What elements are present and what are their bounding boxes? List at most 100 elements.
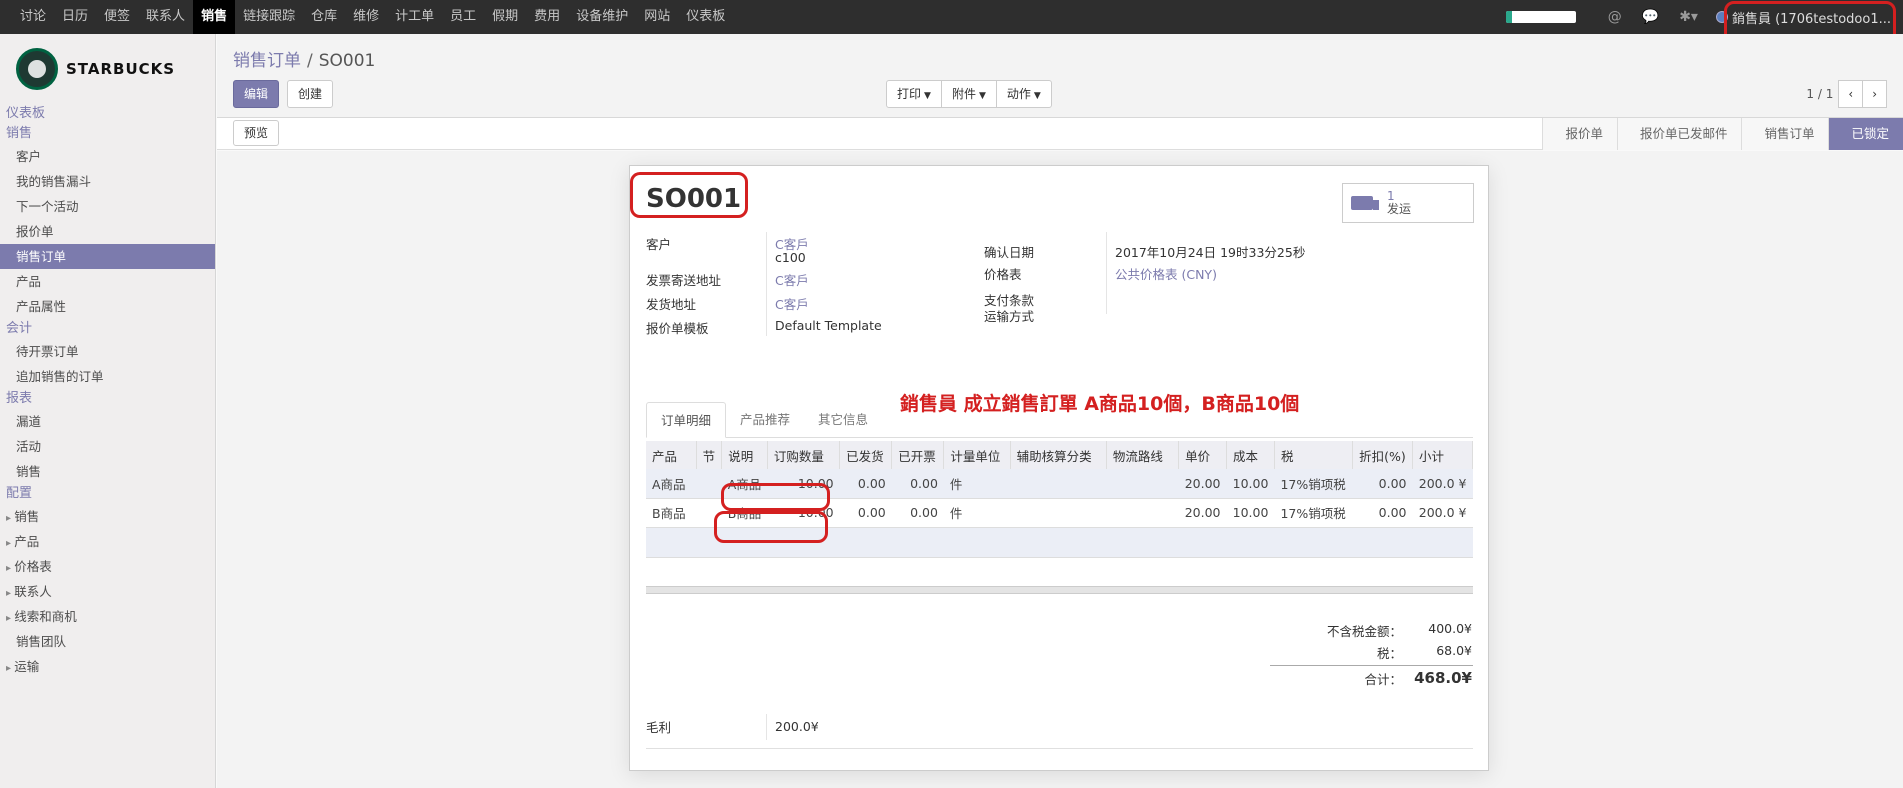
top-menu-item[interactable]: 销售: [193, 0, 236, 34]
sidebar-item[interactable]: 产品属性: [0, 294, 215, 319]
untaxed-label: 不含税金额：: [1326, 624, 1402, 639]
top-menu-item[interactable]: 仪表板: [678, 0, 733, 34]
column-header[interactable]: 物流路线: [1106, 441, 1180, 469]
column-header[interactable]: 折扣(%): [1352, 441, 1413, 469]
cell-subtotal: 200.0 ¥: [1412, 498, 1473, 528]
breadcrumb-parent[interactable]: 销售订单: [233, 51, 301, 71]
top-menu-item[interactable]: 日历: [54, 0, 96, 34]
cell-price: 20.00: [1178, 469, 1227, 499]
shipping-address-link[interactable]: C客戶: [775, 294, 809, 313]
sidebar-item[interactable]: 销售订单: [0, 244, 215, 269]
sidebar-item[interactable]: 我的销售漏斗: [0, 169, 215, 194]
cell-cost: 10.00: [1226, 498, 1275, 528]
top-menu-item[interactable]: 员工: [442, 0, 484, 34]
top-menu-item[interactable]: 设备维护: [568, 0, 636, 34]
pager-next-button[interactable]: ›: [1862, 80, 1887, 108]
column-header[interactable]: 税: [1274, 441, 1354, 469]
cell-invoiced: 0.00: [891, 498, 944, 528]
sidebar-item[interactable]: 联系人: [0, 579, 215, 604]
sidebar-section-title: 报表: [6, 391, 33, 406]
breadcrumb-separator: /: [307, 51, 313, 71]
bug-icon[interactable]: ✱▾: [1679, 9, 1698, 25]
sidebar-section-title[interactable]: 仪表板: [0, 104, 215, 124]
sidebar-item[interactable]: 运输: [0, 654, 215, 679]
cell-route: [1106, 498, 1179, 528]
top-menu-item[interactable]: 假期: [484, 0, 526, 34]
sidebar-item[interactable]: 追加销售的订单: [0, 364, 215, 389]
tax-label: 税：: [1376, 646, 1402, 661]
top-menu-item[interactable]: 费用: [526, 0, 568, 34]
notebook-tab[interactable]: 产品推荐: [726, 402, 804, 438]
cell-route: [1106, 469, 1179, 499]
invoice-address-link[interactable]: C客戶: [775, 270, 809, 289]
sidebar-item[interactable]: 产品: [0, 269, 215, 294]
notebook-tabs: 订单明细 产品推荐 其它信息: [646, 402, 1473, 438]
notebook-tab[interactable]: 其它信息: [804, 402, 882, 438]
tax-value: 68.0¥: [1436, 643, 1472, 658]
at-icon[interactable]: @: [1608, 9, 1622, 25]
cell-tax: 17%销项税: [1274, 498, 1353, 528]
top-menu-item[interactable]: 仓库: [303, 0, 345, 34]
pager-value[interactable]: 1 / 1: [1806, 87, 1833, 101]
pager-prev-button[interactable]: ‹: [1838, 80, 1864, 108]
top-menu-item[interactable]: 链接跟踪: [235, 0, 303, 34]
notebook-tab[interactable]: 订单明细: [646, 402, 727, 438]
breadcrumb: 销售订单 / SO001: [233, 46, 375, 71]
column-header[interactable]: 计量单位: [943, 441, 1011, 469]
create-button[interactable]: 创建: [287, 80, 334, 108]
delivery-smart-button[interactable]: 1 发运: [1342, 183, 1474, 223]
column-header[interactable]: 产品: [646, 441, 697, 469]
cell-uom: 件: [943, 498, 1011, 528]
column-header[interactable]: 已开票: [891, 441, 945, 469]
annotation-highlight-title: [630, 172, 748, 218]
delivery-text: 1 发运: [1387, 190, 1411, 216]
top-menu-item[interactable]: 计工单: [387, 0, 442, 34]
annotation-highlight-line-b: [714, 511, 828, 543]
top-menu-item[interactable]: 讨论: [12, 0, 54, 34]
shipping-address-label: 发货地址: [646, 297, 697, 312]
invoice-address-label: 发票寄送地址: [646, 273, 722, 288]
top-menu-item[interactable]: 联系人: [138, 0, 193, 34]
column-header[interactable]: 成本: [1226, 441, 1275, 469]
cell-cost: 10.00: [1226, 469, 1275, 499]
sidebar-item[interactable]: 产品: [0, 529, 215, 554]
sidebar-item[interactable]: 活动: [0, 434, 215, 459]
top-menu-item[interactable]: 维修: [345, 0, 387, 34]
edit-button[interactable]: 编辑: [233, 80, 280, 108]
sidebar-item[interactable]: 待开票订单: [0, 339, 215, 364]
top-menu-item[interactable]: 便签: [96, 0, 138, 34]
form-statusbar: 预览 报价单 报价单已发邮件 销售订单 已锁定: [217, 118, 1903, 150]
logo-wordmark: STARBUCKS: [66, 60, 176, 78]
top-menu-item[interactable]: 网站: [636, 0, 678, 34]
column-header[interactable]: 已发货: [839, 441, 893, 469]
cell-tax: 17%销项税: [1274, 469, 1353, 499]
action-dropdown[interactable]: 动作 ▼: [995, 80, 1052, 108]
column-header[interactable]: 小计: [1412, 441, 1474, 469]
sidebar-item[interactable]: 价格表: [0, 554, 215, 579]
shipping-method-label: 运输方式: [984, 309, 1035, 324]
cell-product: A商品: [646, 469, 697, 499]
column-header[interactable]: 节: [696, 441, 723, 469]
attachment-dropdown[interactable]: 附件 ▼: [940, 80, 997, 108]
column-header[interactable]: 说明: [721, 441, 768, 469]
column-header[interactable]: 辅助核算分类: [1010, 441, 1107, 469]
sidebar-item[interactable]: 销售: [0, 504, 215, 529]
column-header[interactable]: 单价: [1178, 441, 1228, 469]
sidebar-item[interactable]: 下一个活动: [0, 194, 215, 219]
column-header[interactable]: 订购数量: [767, 441, 841, 469]
customer-ref: c100: [775, 250, 806, 265]
sidebar-item[interactable]: 漏道: [0, 409, 215, 434]
status-stage: 销售订单: [1741, 118, 1829, 150]
chat-icon[interactable]: 💬: [1642, 9, 1659, 25]
sidebar-item[interactable]: 销售团队: [0, 629, 215, 654]
sidebar-item[interactable]: 线索和商机: [0, 604, 215, 629]
preview-button[interactable]: 预览: [233, 120, 280, 146]
caret-down-icon: ▼: [978, 91, 986, 101]
margin-label: 毛利: [646, 720, 672, 735]
company-logo[interactable]: STARBUCKS: [0, 34, 215, 104]
sidebar-item[interactable]: 销售: [0, 459, 215, 484]
sidebar-item[interactable]: 客户: [0, 144, 215, 169]
print-dropdown[interactable]: 打印 ▼: [886, 80, 942, 108]
pricelist-link[interactable]: 公共价格表 (CNY): [1115, 264, 1217, 283]
sidebar-item[interactable]: 报价单: [0, 219, 215, 244]
